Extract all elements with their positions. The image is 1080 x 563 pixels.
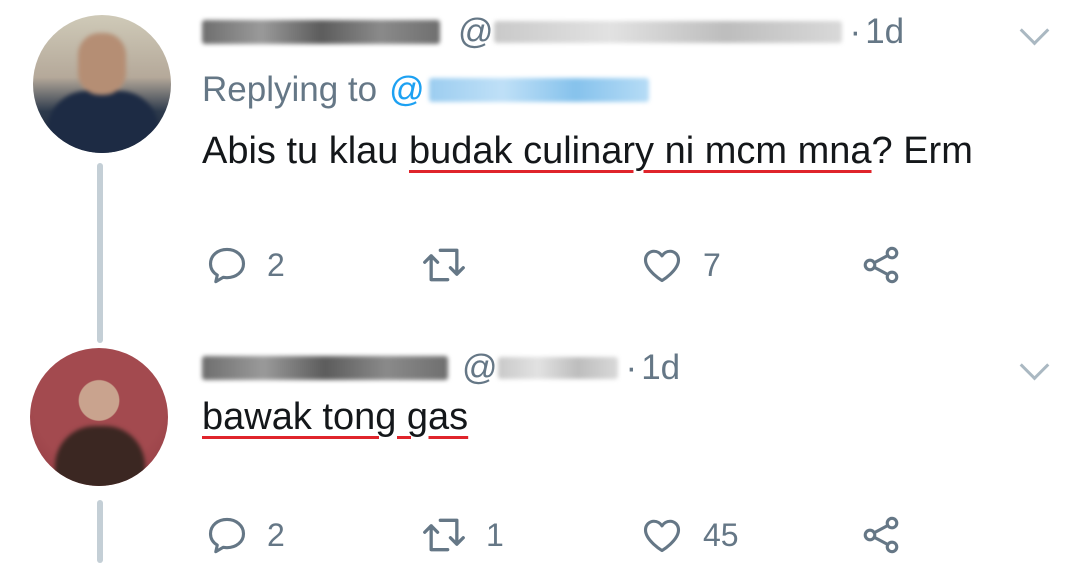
- tweet-text: Abis tu klau budak culinary ni mcm mna? …: [202, 130, 973, 173]
- like-count: 7: [703, 246, 721, 283]
- separator-dot: ·: [625, 348, 638, 387]
- heart-icon: [643, 249, 681, 283]
- tweet-text-start: Abis tu klau: [202, 130, 409, 172]
- display-name-redacted[interactable]: [202, 356, 448, 380]
- reply-count: 2: [267, 516, 285, 553]
- tweet-text-end: ? Erm: [871, 130, 973, 172]
- share-icon: [863, 246, 899, 284]
- retweet-button[interactable]: [420, 243, 486, 287]
- heart-icon: [643, 519, 681, 553]
- tweet-header: @ · 1d: [202, 12, 904, 52]
- replying-label: Replying to: [202, 70, 378, 109]
- thread-line-top: [97, 163, 103, 343]
- tweet-header: @ · 1d: [202, 348, 680, 388]
- tweet-text: bawak tong gas: [202, 396, 468, 439]
- retweet-count: 1: [486, 516, 504, 553]
- handle-prefix: @: [458, 12, 494, 51]
- reply-mention-at[interactable]: @: [389, 70, 425, 110]
- like-button[interactable]: 45: [639, 513, 739, 557]
- share-button[interactable]: [858, 243, 904, 287]
- handle-prefix: @: [462, 348, 498, 387]
- like-button[interactable]: 7: [639, 243, 721, 287]
- replying-to: Replying to @: [202, 68, 649, 112]
- retweet-icon: [423, 248, 465, 282]
- reply-icon: [208, 517, 246, 554]
- timestamp[interactable]: 1d: [865, 12, 904, 52]
- thread-line-bottom: [97, 500, 103, 563]
- retweet-button[interactable]: 1: [420, 513, 504, 557]
- retweet-icon: [423, 518, 465, 552]
- share-button[interactable]: [858, 513, 904, 557]
- reply-button[interactable]: 2: [205, 243, 285, 287]
- chevron-down-icon[interactable]: [1019, 350, 1050, 381]
- chevron-down-icon[interactable]: [1019, 15, 1050, 46]
- handle-redacted[interactable]: [493, 21, 842, 43]
- avatar[interactable]: [30, 348, 168, 486]
- reply-mention-redacted[interactable]: [428, 78, 649, 102]
- timestamp[interactable]: 1d: [641, 348, 680, 388]
- tweet-text-underlined: budak culinary ni mcm mna: [409, 130, 872, 172]
- share-icon: [863, 516, 899, 554]
- reply-button[interactable]: 2: [205, 513, 285, 557]
- like-count: 45: [703, 516, 739, 553]
- avatar[interactable]: [33, 15, 171, 153]
- separator-dot: ·: [849, 12, 862, 51]
- reply-icon: [208, 247, 246, 284]
- tweet-text-underlined: bawak tong gas: [202, 396, 469, 438]
- reply-count: 2: [267, 246, 285, 283]
- display-name-redacted[interactable]: [202, 20, 440, 44]
- handle-redacted[interactable]: [497, 357, 618, 379]
